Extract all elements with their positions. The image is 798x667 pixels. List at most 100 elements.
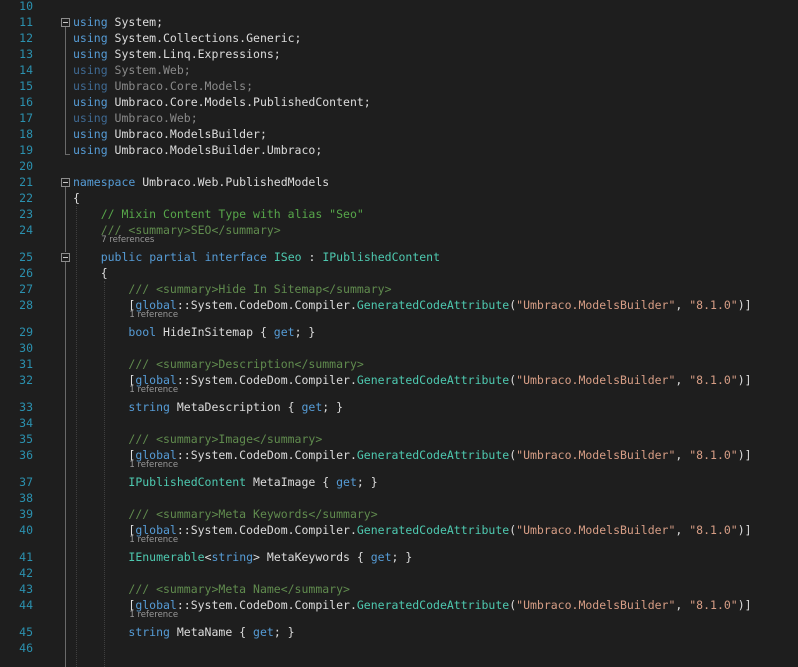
line-number: 11 [19, 15, 33, 29]
code-editor[interactable]: 10 11 using System; 12 using System.Collecti… [0, 0, 798, 667]
code-token: Umbraco.Web.PublishedModels [135, 175, 330, 189]
line-number: 22 [19, 191, 33, 205]
code-token: )] [737, 523, 752, 537]
codelens-references-link[interactable]: 1 reference [129, 535, 178, 546]
code-token: /// <summary>Meta Keywords</summary> [128, 507, 378, 521]
code-token: ; } [356, 475, 378, 489]
codelens-references-link[interactable]: 1 reference [129, 385, 178, 396]
line-number: 44 [19, 598, 33, 612]
code-line[interactable]: /// <summary>Hide In Sitemap</summary> [73, 281, 391, 297]
code-line[interactable]: using System.Collections.Generic; [73, 30, 302, 46]
line-number: 21 [19, 175, 33, 189]
code-token: /// <summary>Description</summary> [128, 357, 364, 371]
codelens-references-link[interactable]: 1 reference [129, 310, 178, 321]
line-number: 43 [19, 582, 33, 596]
fold-region-end [65, 154, 70, 155]
collapse-toggle-icon[interactable] [61, 178, 70, 187]
line-number: 25 [19, 250, 33, 264]
line-number: 15 [19, 79, 33, 93]
code-line[interactable]: public partial interface ISeo : IPublish… [73, 249, 440, 265]
code-token: Umbraco.ModelsBuilder; [107, 127, 267, 141]
code-line[interactable]: bool HideInSitemap { get; } [73, 324, 315, 340]
code-token: ::System.CodeDom.Compiler. [176, 598, 357, 612]
code-token: "8.1.0" [689, 448, 738, 462]
code-token: IPublishedContent [322, 250, 441, 264]
code-token: Umbraco.Core.Models.PublishedContent; [107, 95, 371, 109]
code-token: ISeo [273, 250, 302, 264]
code-token: , [675, 298, 690, 312]
code-token: get [273, 325, 295, 339]
code-token: using [73, 127, 108, 141]
code-line[interactable]: string MetaName { get; } [73, 624, 294, 640]
code-token: GeneratedCodeAttribute [356, 373, 510, 387]
line-number: 20 [19, 159, 33, 173]
code-token: get [301, 400, 323, 414]
code-token: using [73, 111, 108, 125]
code-line[interactable]: namespace Umbraco.Web.PublishedModels [73, 174, 329, 190]
code-token: "Umbraco.ModelsBuilder" [516, 298, 676, 312]
code-line[interactable]: using Umbraco.ModelsBuilder; [73, 126, 267, 142]
codelens-references-link[interactable]: 1 reference [129, 610, 178, 621]
code-token: public [100, 250, 143, 264]
code-line[interactable]: IPublishedContent MetaImage { get; } [73, 474, 378, 490]
code-line[interactable]: { [73, 190, 80, 206]
line-number: 16 [19, 95, 33, 109]
code-token: get [253, 625, 274, 639]
code-token: , [675, 373, 690, 387]
line-number: 38 [19, 491, 33, 505]
line-number: 42 [19, 566, 33, 580]
line-number: 34 [19, 416, 33, 430]
code-token: namespace [73, 175, 136, 189]
code-token: string [211, 550, 254, 564]
code-token: ::System.CodeDom.Compiler. [176, 373, 357, 387]
line-number: 10 [19, 0, 33, 13]
code-token: string [128, 400, 170, 414]
code-token: { [73, 191, 80, 205]
code-token: )] [737, 373, 752, 387]
code-line[interactable]: using Umbraco.Core.Models.PublishedConte… [73, 94, 371, 110]
code-line[interactable]: using System; [73, 14, 163, 30]
code-token: using [73, 79, 108, 93]
code-token: )] [737, 448, 752, 462]
code-line[interactable]: /// <summary>Meta Keywords</summary> [73, 506, 378, 522]
code-token: System.Web; [107, 63, 191, 77]
line-number: 17 [19, 111, 33, 125]
code-line[interactable]: // Mixin Content Type with alias "Seo" [73, 206, 364, 222]
code-token: System.Collections.Generic; [107, 31, 302, 45]
code-line[interactable]: /// <summary>Meta Name</summary> [73, 581, 350, 597]
code-line[interactable]: { [73, 265, 108, 281]
code-token: Umbraco.Web; [107, 111, 198, 125]
code-line[interactable]: IEnumerable<string> MetaKeywords { get; … [73, 549, 412, 565]
code-line[interactable]: using Umbraco.Core.Models; [73, 78, 253, 94]
code-token: partial [149, 250, 198, 264]
codelens-references-link[interactable]: 1 reference [129, 460, 178, 471]
line-number: 24 [19, 223, 33, 237]
code-line[interactable]: using Umbraco.ModelsBuilder.Umbraco; [73, 142, 322, 158]
code-line[interactable]: using System.Linq.Expressions; [73, 46, 281, 62]
code-line[interactable]: using Umbraco.Web; [73, 110, 198, 126]
code-token: , [675, 448, 690, 462]
code-line[interactable]: using System.Web; [73, 62, 191, 78]
codelens-references-link[interactable]: 7 references [101, 235, 154, 246]
code-token: MetaImage { [246, 475, 337, 489]
code-line[interactable]: string MetaDescription { get; } [73, 399, 343, 415]
code-line[interactable]: /// <summary>Description</summary> [73, 356, 364, 372]
collapse-toggle-icon[interactable] [61, 253, 70, 262]
code-token: GeneratedCodeAttribute [356, 523, 510, 537]
line-number: 19 [19, 143, 33, 157]
collapse-toggle-icon[interactable] [61, 18, 70, 27]
code-token: "Umbraco.ModelsBuilder" [516, 523, 676, 537]
line-number: 29 [19, 325, 33, 339]
code-token: interface [204, 250, 267, 264]
line-number: 13 [19, 47, 33, 61]
line-number: 18 [19, 127, 33, 141]
code-line[interactable]: /// <summary>Image</summary> [73, 431, 322, 447]
